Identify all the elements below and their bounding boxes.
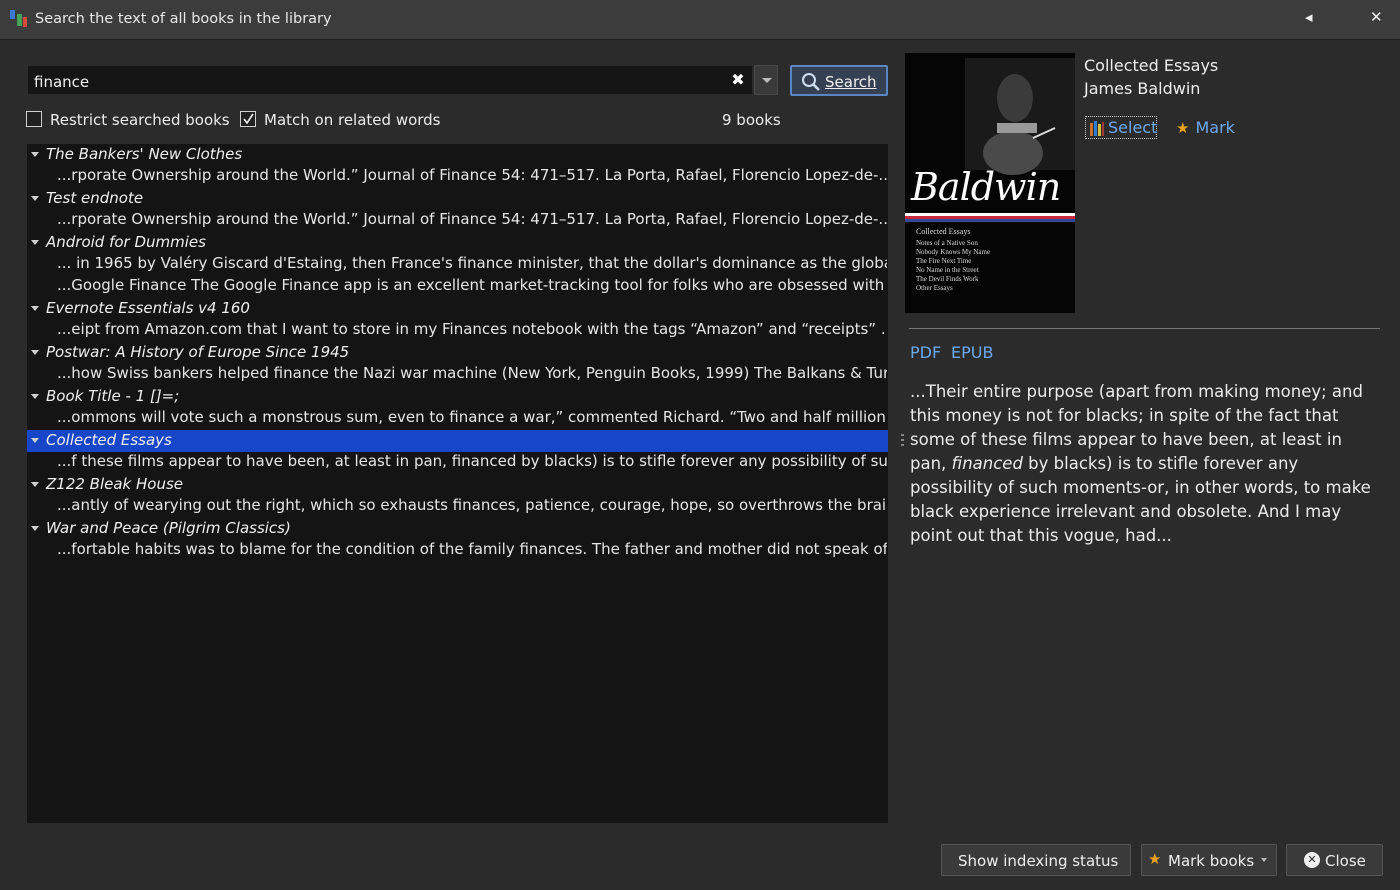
search-button-label: Search	[825, 73, 877, 91]
checkmark-icon	[243, 113, 254, 125]
result-book-title: War and Peace (Pilgrim Classics)	[46, 519, 291, 537]
show-indexing-status-button[interactable]: Show indexing status	[941, 844, 1131, 876]
result-book-row[interactable]: Android for Dummies	[27, 232, 888, 254]
cover-series-title: Collected Essays	[916, 227, 971, 236]
results-list[interactable]: The Bankers' New Clothes ...rporate Owner…	[27, 144, 888, 823]
result-book-row[interactable]: The Bankers' New Clothes	[27, 144, 888, 166]
result-book-row[interactable]: Test endnote	[27, 188, 888, 210]
close-window-icon[interactable]: ✕	[1370, 8, 1383, 26]
close-button[interactable]: ✕ Close	[1286, 844, 1383, 876]
star-icon: ★	[1148, 850, 1162, 868]
result-book-title: Test endnote	[46, 189, 144, 207]
cover-author-script: Baldwin	[911, 165, 1061, 209]
match-related-label[interactable]: Match on related words	[264, 111, 441, 129]
cover-contents-line: Nobody Knows My Name	[916, 248, 991, 256]
preview-match: financed	[951, 454, 1023, 473]
search-input-container[interactable]: ✖	[27, 65, 753, 95]
details-divider	[909, 328, 1380, 329]
window-title: Search the text of all books in the libr…	[35, 11, 332, 27]
result-book-title: Z122 Bleak House	[46, 475, 184, 493]
result-book-row[interactable]: Evernote Essentials v4 160	[27, 298, 888, 320]
result-snippet[interactable]: ...rporate Ownership around the World.” …	[57, 166, 887, 188]
cover-contents: Notes of a Native Son Nobody Knows My Nam…	[916, 239, 990, 293]
cover-contents-line: Other Essays	[916, 284, 953, 292]
expand-triangle-icon[interactable]	[31, 526, 39, 531]
cover-contents-line: The Fire Next Time	[916, 257, 972, 265]
title-bar: Search the text of all books in the libr…	[0, 0, 1400, 40]
expand-triangle-icon[interactable]	[31, 196, 39, 201]
book-cover: Baldwin Collected Essays Notes of a Nati…	[905, 53, 1075, 313]
result-book-title: Book Title - 1 []=;	[46, 387, 180, 405]
result-snippet[interactable]: ...fortable habits was to blame for the …	[57, 540, 887, 562]
indexing-label: Show indexing status	[958, 852, 1119, 870]
result-count: 9 books	[722, 111, 781, 129]
result-book-title: Evernote Essentials v4 160	[46, 299, 250, 317]
select-book-link[interactable]: Select	[1085, 116, 1157, 139]
match-related-checkbox[interactable]	[240, 111, 256, 127]
search-button[interactable]: Search	[790, 65, 888, 96]
search-input[interactable]	[32, 70, 716, 94]
result-book-title: The Bankers' New Clothes	[46, 145, 243, 163]
library-icon	[1090, 121, 1104, 136]
cover-contents-line: No Name in the Street	[916, 266, 979, 274]
result-book-row[interactable]: Z122 Bleak House	[27, 474, 888, 496]
expand-triangle-icon[interactable]	[31, 438, 39, 443]
collapse-icon[interactable]: ◂	[1305, 8, 1313, 26]
expand-triangle-icon[interactable]	[31, 394, 39, 399]
close-label: Close	[1325, 852, 1366, 870]
result-book-row[interactable]: War and Peace (Pilgrim Classics)	[27, 518, 888, 540]
book-title: Collected Essays	[1084, 56, 1219, 75]
result-book-row[interactable]: Postwar: A History of Europe Since 1945	[27, 342, 888, 364]
result-snippet[interactable]: ...Google Finance The Google Finance app…	[57, 276, 887, 298]
search-history-dropdown[interactable]	[754, 65, 778, 95]
clear-search-icon[interactable]: ✖	[730, 72, 746, 88]
result-snippet[interactable]: ...antly of wearying out the right, whic…	[57, 496, 887, 518]
match-preview: ...Their entire purpose (apart from maki…	[910, 380, 1380, 548]
result-book-title: Android for Dummies	[46, 233, 206, 251]
splitter-handle[interactable]	[901, 434, 905, 458]
expand-triangle-icon[interactable]	[31, 306, 39, 311]
mark-book-link[interactable]: ★ Mark	[1176, 118, 1235, 137]
expand-triangle-icon[interactable]	[31, 350, 39, 355]
mark-books-label: Mark books	[1168, 852, 1255, 870]
result-snippet[interactable]: ... in 1965 by Valéry Giscard d'Estaing,…	[57, 254, 887, 276]
star-icon: ★	[1176, 119, 1190, 137]
chevron-down-icon	[1261, 858, 1267, 862]
expand-triangle-icon[interactable]	[31, 240, 39, 245]
expand-triangle-icon[interactable]	[31, 482, 39, 487]
select-label: Select	[1108, 118, 1158, 137]
format-link-pdf[interactable]: PDF	[910, 343, 941, 362]
search-icon	[802, 73, 820, 91]
close-circle-icon: ✕	[1304, 852, 1320, 868]
result-snippet[interactable]: ...how Swiss bankers helped finance the …	[57, 364, 887, 386]
result-snippet[interactable]: ...eipt from Amazon.com that I want to s…	[57, 320, 887, 342]
format-link-epub[interactable]: EPUB	[951, 343, 993, 362]
result-book-row[interactable]: Book Title - 1 []=;	[27, 386, 888, 408]
cover-contents-line: Notes of a Native Son	[916, 239, 978, 247]
result-snippet[interactable]: ...ommons will vote such a monstrous sum…	[57, 408, 887, 430]
result-book-title: Postwar: A History of Europe Since 1945	[46, 343, 350, 361]
restrict-label[interactable]: Restrict searched books	[50, 111, 230, 129]
expand-triangle-icon[interactable]	[31, 152, 39, 157]
mark-label: Mark	[1195, 118, 1235, 137]
result-snippet[interactable]: ...f these films appear to have been, at…	[57, 452, 887, 474]
chevron-down-icon	[762, 78, 772, 83]
cover-contents-line: The Devil Finds Work	[916, 275, 979, 283]
restrict-checkbox[interactable]	[26, 111, 42, 127]
result-book-row[interactable]: Collected Essays	[27, 430, 888, 452]
book-author: James Baldwin	[1084, 79, 1201, 98]
result-book-title: Collected Essays	[46, 431, 172, 449]
result-snippet[interactable]: ...rporate Ownership around the World.” …	[57, 210, 887, 232]
mark-books-button[interactable]: ★ Mark books	[1141, 844, 1277, 876]
app-icon	[10, 10, 27, 27]
